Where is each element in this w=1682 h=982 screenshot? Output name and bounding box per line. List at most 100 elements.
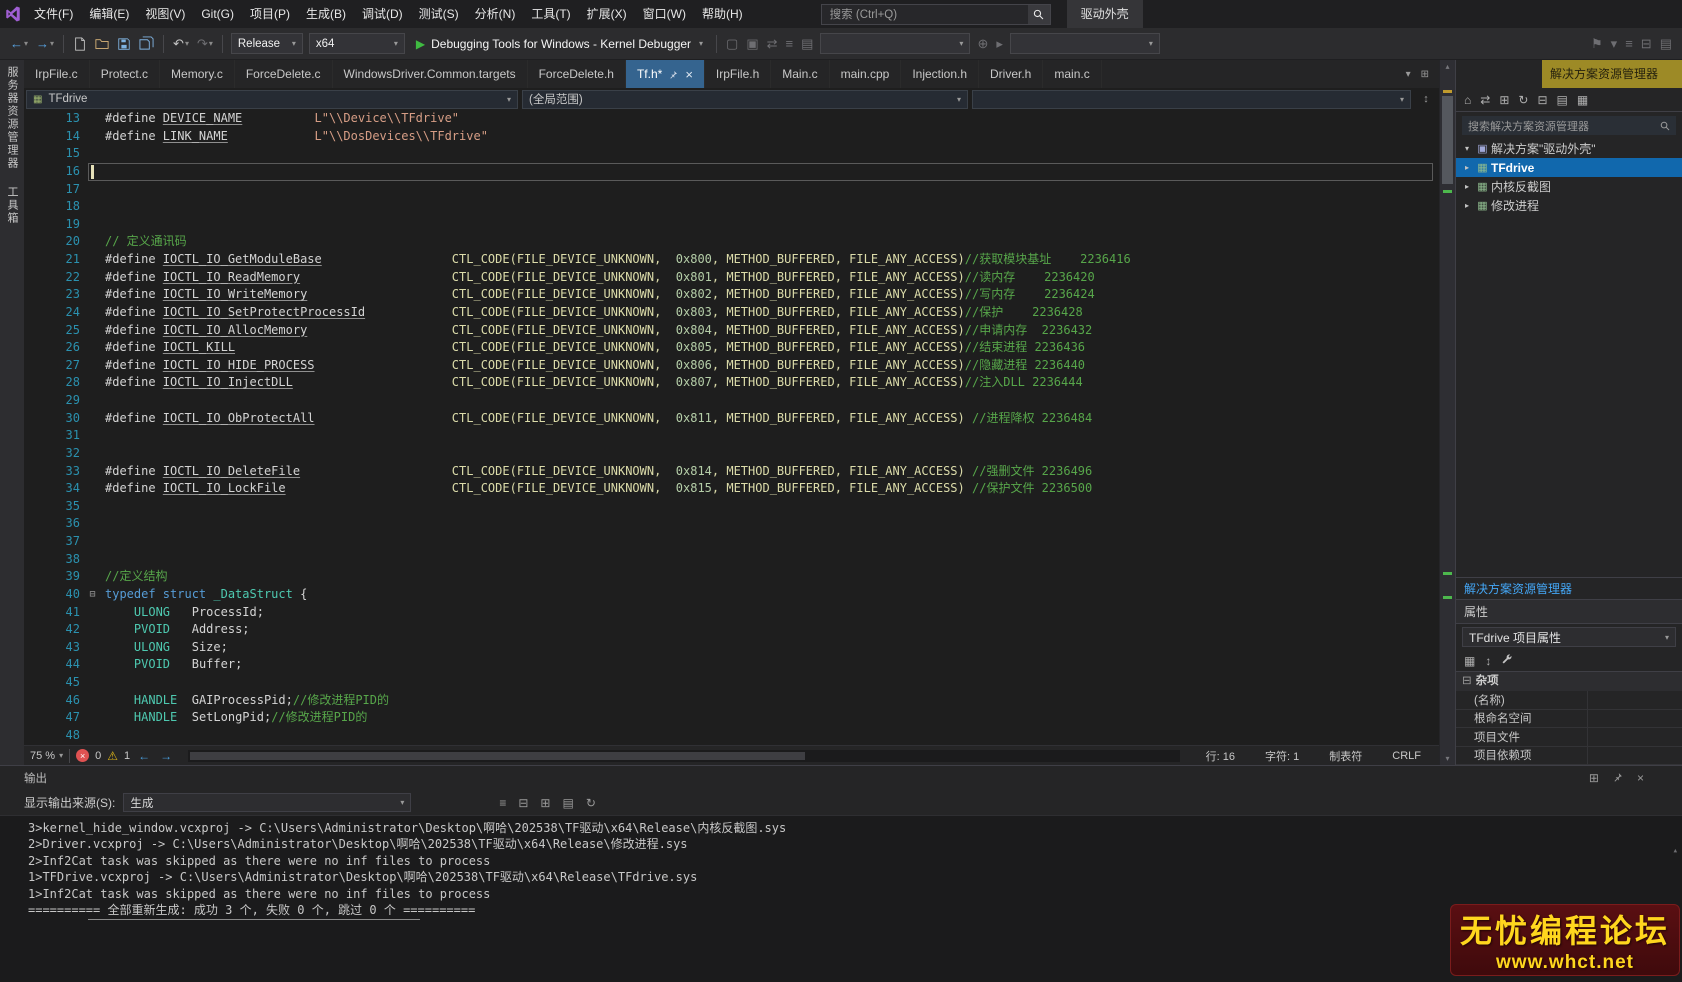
toolbar-icon-outline[interactable]: ≡ [1621,36,1637,51]
toolbar-icon-bookmark[interactable]: ▾ [1607,36,1622,52]
code-line-18[interactable]: 18 [24,198,1439,216]
menu-视图(V)[interactable]: 视图(V) [137,0,193,28]
properties-section-misc[interactable]: ⊟杂项 [1456,672,1682,691]
scrollbar-down-icon[interactable]: ▾ [1440,754,1455,763]
menu-文件(F)[interactable]: 文件(F) [26,0,81,28]
code-line-31[interactable]: 31 [24,427,1439,445]
code-line-47[interactable]: 47 HANDLE SetLongPid;//修改进程PID的 [24,709,1439,727]
menu-项目(P)[interactable]: 项目(P) [242,0,298,28]
code-line-24[interactable]: 24#define IOCTL_IO_SetProtectProcessId C… [24,304,1439,322]
tab-ForceDelete.c[interactable]: ForceDelete.c [235,60,333,88]
code-line-41[interactable]: 41 ULONG ProcessId; [24,604,1439,622]
quick-search-box[interactable]: 搜索 (Ctrl+Q) [821,4,1051,25]
code-line-23[interactable]: 23#define IOCTL_IO_WriteMemory CTL_CODE(… [24,286,1439,304]
tab-Memory.c[interactable]: Memory.c [160,60,235,88]
code-line-27[interactable]: 27#define IOCTL_IO_HIDE_PROCESS CTL_CODE… [24,357,1439,375]
code-line-13[interactable]: 13#define DEVICE_NAME L"\\Device\\TFdriv… [24,110,1439,128]
zoom-select[interactable]: 75 %▾ [30,750,63,762]
search-icon[interactable] [1028,5,1050,24]
find-message-icon[interactable]: ≡ [499,796,506,810]
configuration-select[interactable]: Release▾ [231,33,303,54]
tab-solution-explorer[interactable]: 解决方案资源管理器 [1456,577,1682,599]
code-line-38[interactable]: 38 [24,551,1439,569]
toolbar-icon-collapse[interactable]: ⊟ [1637,36,1656,52]
code-editor[interactable]: 13#define DEVICE_NAME L"\\Device\\TFdriv… [24,110,1439,745]
code-line-30[interactable]: 30#define IOCTL_IO_ObProtectAll CTL_CODE… [24,410,1439,428]
code-line-45[interactable]: 45 [24,674,1439,692]
code-line-36[interactable]: 36 [24,515,1439,533]
editor-scrollbar-thumb[interactable] [1442,96,1453,184]
property-row-根命名空间[interactable]: 根命名空间 [1456,710,1682,729]
tree-item-修改进程[interactable]: ▸▦修改进程 [1456,196,1682,215]
tab-WindowsDriver.Common.targets[interactable]: WindowsDriver.Common.targets [333,60,528,88]
show-all-files-icon[interactable]: ▤ [1557,93,1568,107]
code-line-15[interactable]: 15 [24,145,1439,163]
code-line-22[interactable]: 22#define IOCTL_IO_ReadMemory CTL_CODE(F… [24,269,1439,287]
split-editor-icon[interactable]: ↕ [1415,93,1437,105]
tab-list-dropdown-icon[interactable]: ▾ [1406,69,1411,80]
menu-Git(G)[interactable]: Git(G) [193,0,242,28]
code-line-43[interactable]: 43 ULONG Size; [24,639,1439,657]
tab-Driver.h[interactable]: Driver.h [979,60,1043,88]
pending-changes-icon[interactable]: ⊞ [1499,93,1509,107]
menu-分析(N)[interactable]: 分析(N) [467,0,524,28]
horizontal-scrollbar-thumb[interactable] [190,752,805,760]
scrollbar-up-icon[interactable]: ▴ [1440,62,1455,71]
fold-icon[interactable]: ⊟ [80,586,105,604]
editor-scrollbar[interactable]: ▴ ▾ [1439,60,1455,765]
tree-item-解决方案"驱动外壳"[interactable]: ▾▣解决方案"驱动外壳" [1456,139,1682,158]
window-position-icon[interactable]: ⊞ [1589,771,1599,785]
tab-IrpFile.h[interactable]: IrpFile.h [705,60,771,88]
sidebar-tab-toolbox[interactable]: 工具箱 [4,186,20,225]
code-line-46[interactable]: 46 HANDLE GAIProcessPid;//修改进程PID的 [24,692,1439,710]
code-line-35[interactable]: 35 [24,498,1439,516]
code-line-28[interactable]: 28#define IOCTL_IO_InjectDLL CTL_CODE(FI… [24,374,1439,392]
toolbar-icon-panel[interactable]: ▤ [1656,36,1676,52]
expander-icon[interactable]: ▸ [1460,201,1474,210]
code-line-20[interactable]: 20// 定义通讯码 [24,233,1439,251]
close-icon[interactable]: × [1637,771,1644,785]
prev-issue-icon[interactable]: ← [136,749,152,763]
code-line-39[interactable]: 39//定义结构 [24,568,1439,586]
collapse-all-icon[interactable]: ⊟ [1537,93,1547,107]
categorized-icon[interactable]: ▦ [1464,654,1475,668]
tab-Main.c[interactable]: Main.c [771,60,829,88]
expander-icon[interactable]: ▸ [1460,182,1474,191]
menu-工具(T)[interactable]: 工具(T) [523,0,578,28]
toolbar-icon-swap[interactable]: ⇄ [763,36,782,52]
toolbar-icon-break-all[interactable]: ▢ [722,36,742,52]
tab-Protect.c[interactable]: Protect.c [90,60,160,88]
toolbar-icon-run-to[interactable]: ▸ [992,36,1007,52]
redo-icon[interactable]: ↷▾ [193,36,217,52]
tab-float-icon[interactable]: ⊞ [1421,69,1429,80]
code-line-26[interactable]: 26#define IOCTL_KILL CTL_CODE(FILE_DEVIC… [24,339,1439,357]
errors-icon[interactable]: × [76,749,89,762]
tree-item-TFdrive[interactable]: ▸▦TFdrive [1456,158,1682,177]
code-line-49[interactable]: 49 [24,745,1439,746]
alphabetical-icon[interactable]: ↕ [1485,654,1491,668]
menu-帮助(H)[interactable]: 帮助(H) [694,0,751,28]
sidebar-tab-server-explorer[interactable]: 服务器资源管理器 [4,66,20,170]
code-line-32[interactable]: 32 [24,445,1439,463]
code-line-44[interactable]: 44 PVOID Buffer; [24,656,1439,674]
autoscroll-icon[interactable]: ↻ [586,796,596,810]
property-row-项目依赖项[interactable]: 项目依赖项 [1456,747,1682,766]
toggle-wrap-icon[interactable]: ⊞ [540,796,550,810]
new-file-icon[interactable] [69,37,91,51]
code-line-40[interactable]: 40⊟typedef struct _DataStruct { [24,586,1439,604]
code-line-29[interactable]: 29 [24,392,1439,410]
messages-icon[interactable]: ▤ [562,796,573,810]
tab-Injection.h[interactable]: Injection.h [901,60,979,88]
menu-编辑(E)[interactable]: 编辑(E) [81,0,137,28]
menu-扩展(X)[interactable]: 扩展(X) [579,0,635,28]
expander-icon[interactable]: ▸ [1460,163,1474,172]
member-dropdown[interactable]: ▾ [972,90,1411,109]
save-all-icon[interactable] [135,36,158,51]
close-icon[interactable]: × [685,67,693,82]
code-line-17[interactable]: 17 [24,181,1439,199]
home-icon[interactable]: ⌂ [1464,93,1471,107]
code-line-14[interactable]: 14#define LINK_NAME L"\\DosDevices\\TFdr… [24,128,1439,146]
code-line-33[interactable]: 33#define IOCTL_IO_DeleteFile CTL_CODE(F… [24,463,1439,481]
pin-icon[interactable] [669,70,678,79]
code-line-42[interactable]: 42 PVOID Address; [24,621,1439,639]
